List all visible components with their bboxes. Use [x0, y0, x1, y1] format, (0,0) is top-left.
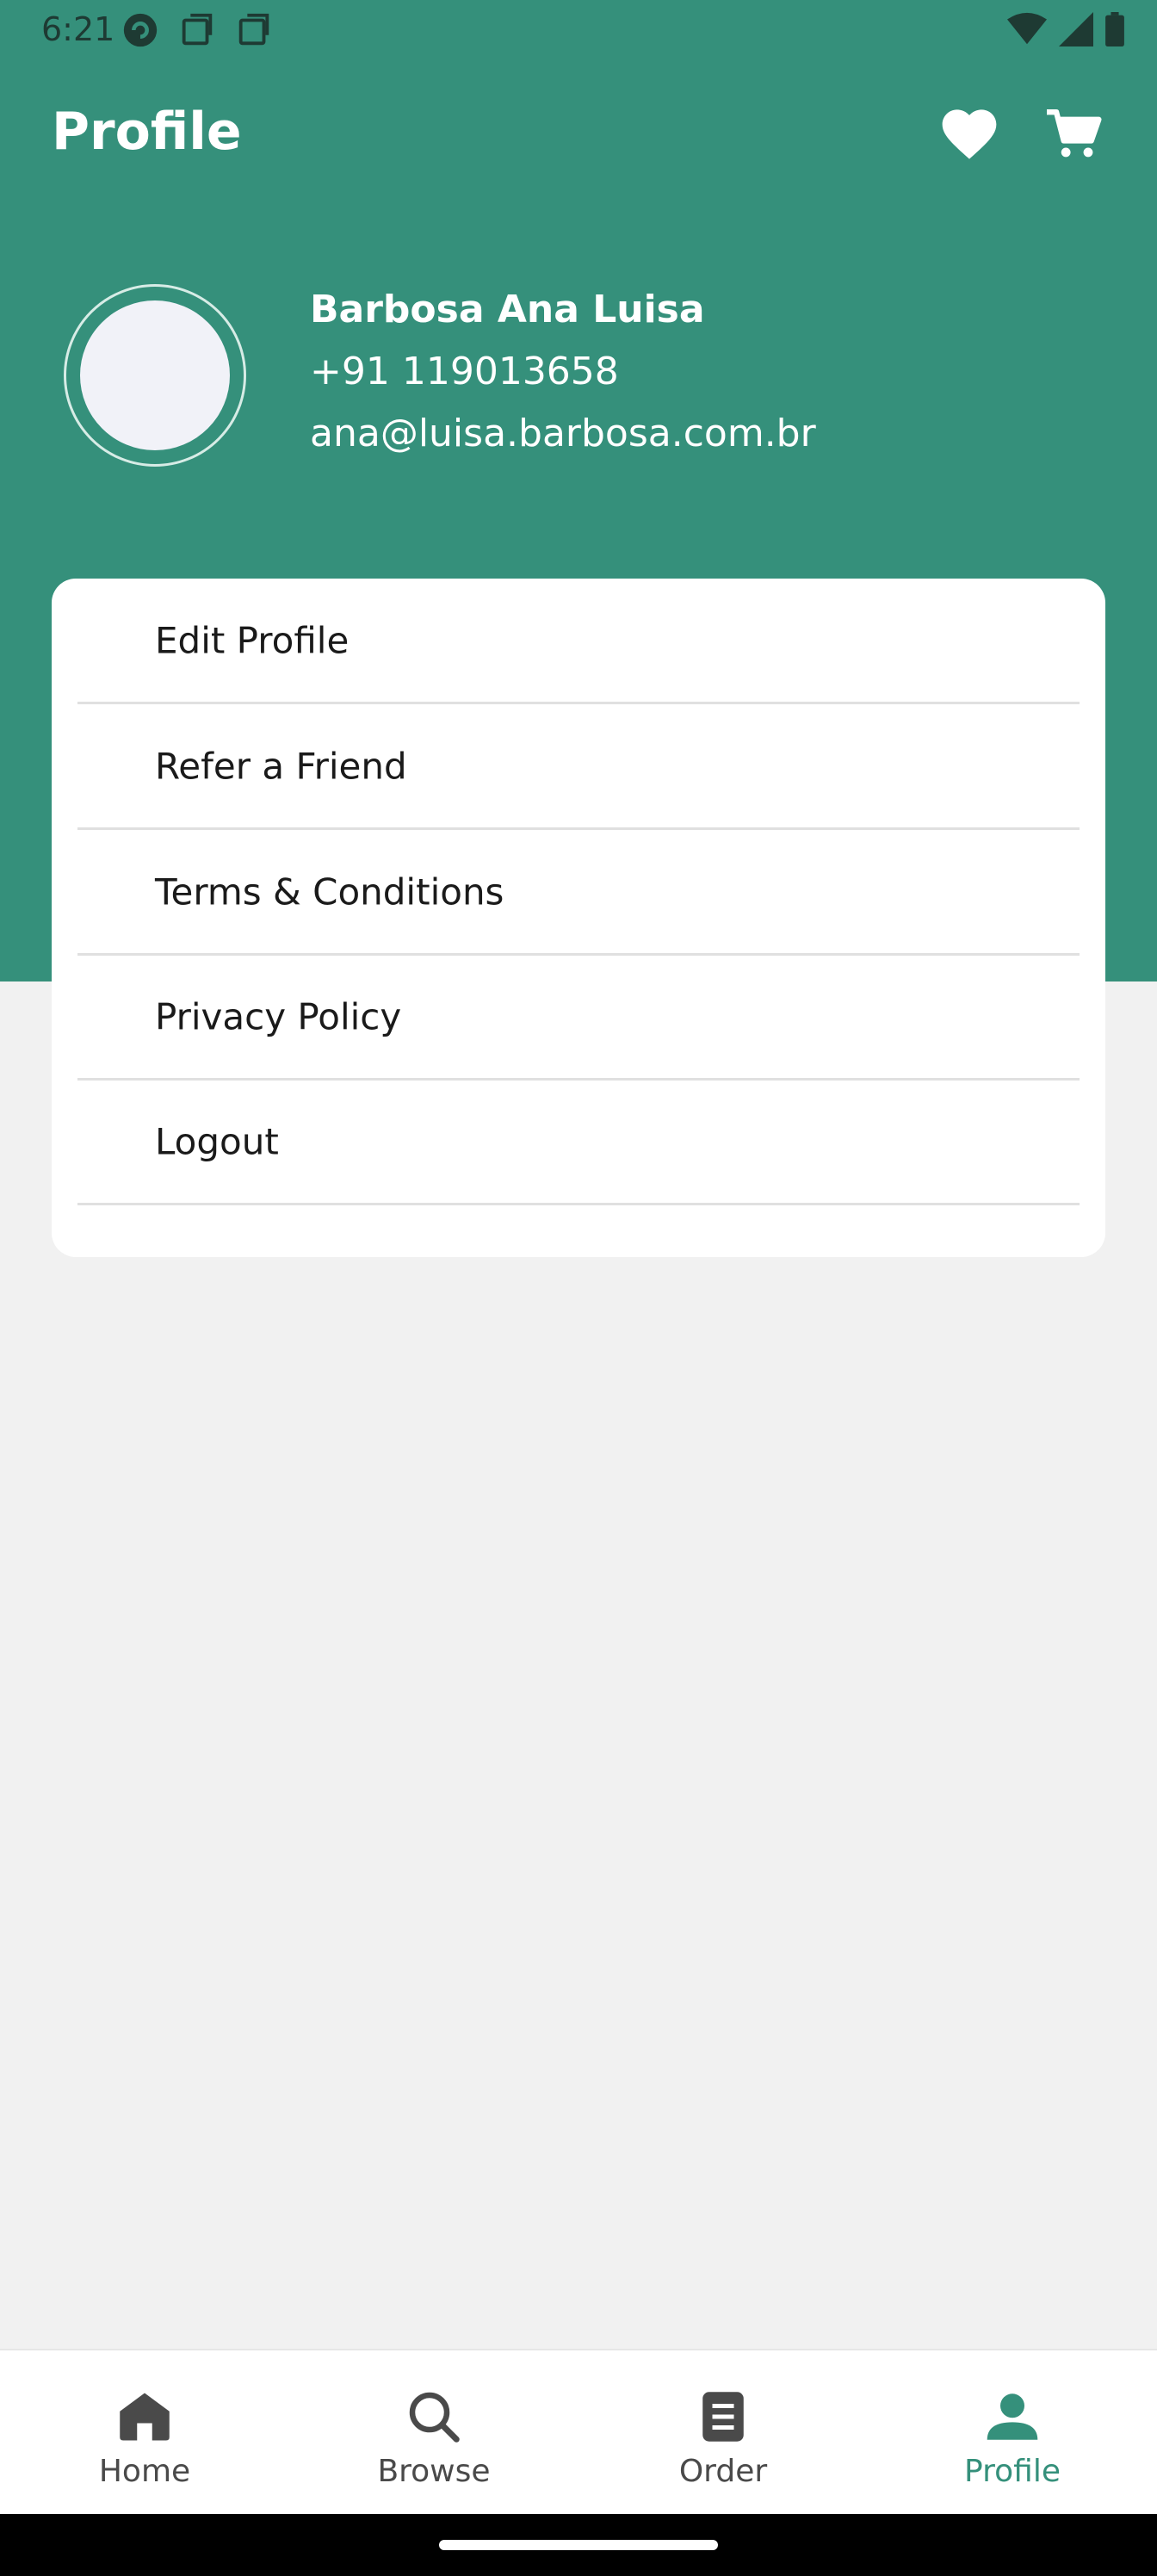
app-notification-icon: [123, 13, 158, 47]
cart-icon: [1047, 108, 1102, 158]
nav-item-home[interactable]: Home: [0, 2350, 289, 2516]
menu-item-label: Privacy Policy: [155, 995, 402, 1037]
user-email: ana@luisa.barbosa.com.br: [310, 412, 816, 455]
avatar[interactable]: [64, 284, 246, 467]
copy-icon: [182, 13, 213, 46]
nav-item-order[interactable]: Order: [578, 2350, 868, 2516]
signal-icon: [1059, 12, 1093, 46]
wifi-icon: [1007, 12, 1047, 45]
heart-icon: [942, 109, 997, 159]
menu-item-label: Terms & Conditions: [155, 870, 504, 913]
search-icon: [409, 2392, 460, 2443]
menu-item-refer-a-friend[interactable]: Refer a Friend: [77, 704, 1080, 830]
nav-label: Home: [98, 2454, 191, 2489]
copy-icon: [238, 13, 269, 46]
user-name: Barbosa Ana Luisa: [310, 288, 705, 331]
status-bar: 6:21: [0, 0, 1157, 60]
page-title: Profile: [52, 102, 242, 162]
menu-item-logout[interactable]: Logout: [77, 1080, 1080, 1205]
menu-item-label: Refer a Friend: [155, 745, 407, 787]
menu-item-label: Edit Profile: [155, 619, 350, 661]
nav-label: Order: [678, 2454, 768, 2489]
nav-item-browse[interactable]: Browse: [289, 2350, 578, 2516]
status-right: [1007, 12, 1124, 46]
battery-icon: [1105, 12, 1124, 46]
favorites-button[interactable]: [938, 103, 1000, 165]
menu-item-label: Logout: [155, 1120, 279, 1162]
cart-button[interactable]: [1043, 103, 1105, 165]
document-icon: [702, 2392, 744, 2442]
nav-item-profile[interactable]: Profile: [868, 2350, 1157, 2516]
menu-item-privacy-policy[interactable]: Privacy Policy: [77, 955, 1080, 1081]
user-phone: +91 119013658: [310, 350, 619, 393]
nav-label: Profile: [964, 2454, 1061, 2489]
home-icon: [120, 2393, 170, 2441]
person-icon: [987, 2393, 1038, 2440]
menu-item-edit-profile[interactable]: Edit Profile: [77, 579, 1080, 704]
menu-item-terms-conditions[interactable]: Terms & Conditions: [77, 830, 1080, 956]
home-gesture-handle[interactable]: [439, 2540, 718, 2550]
status-time: 6:21: [41, 10, 115, 48]
avatar-image: [80, 300, 230, 450]
bottom-nav: Home Browse Order Profile: [0, 2349, 1157, 2514]
system-gesture-bar: [0, 2514, 1157, 2576]
profile-menu-card: Edit Profile Refer a Friend Terms & Cond…: [52, 579, 1105, 1257]
nav-label: Browse: [377, 2454, 491, 2489]
